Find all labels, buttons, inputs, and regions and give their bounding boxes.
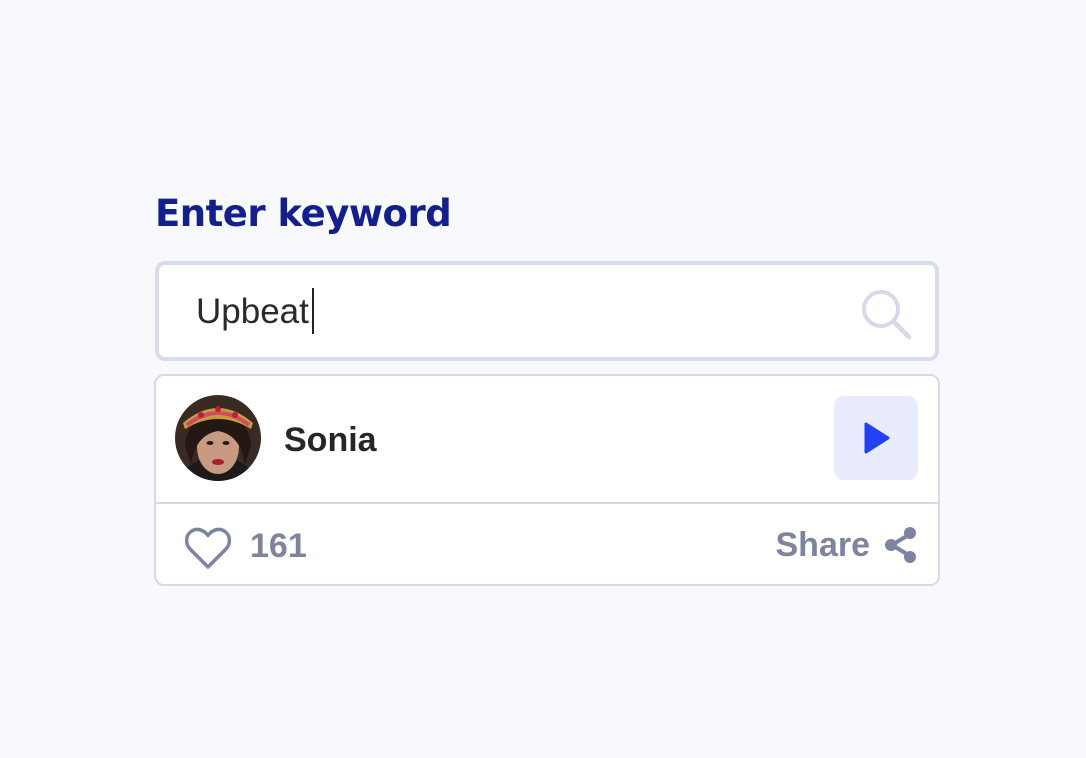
avatar <box>175 395 261 481</box>
search-icon[interactable] <box>859 287 913 341</box>
search-box[interactable]: Upbeat <box>155 261 939 361</box>
page-title: Enter keyword <box>155 192 452 235</box>
share-label: Share <box>775 526 871 564</box>
track-name: Sonia <box>284 421 377 459</box>
search-input-value: Upbeat <box>196 292 309 331</box>
share-button[interactable]: Share <box>776 522 919 568</box>
heart-outline-icon[interactable] <box>184 526 232 570</box>
result-card-footer: 161 Share <box>156 504 938 584</box>
play-icon <box>864 422 890 454</box>
result-card-header: Sonia <box>156 376 938 504</box>
page: Enter keyword Upbeat Sonia 161 Share <box>0 0 1086 758</box>
search-input[interactable]: Upbeat <box>196 287 836 337</box>
text-caret <box>311 287 314 334</box>
avatar-photo <box>175 395 261 481</box>
result-card[interactable]: Sonia 161 Share <box>154 374 940 586</box>
share-icon <box>885 527 916 563</box>
play-button[interactable] <box>834 396 918 480</box>
like-count: 161 <box>250 527 307 565</box>
